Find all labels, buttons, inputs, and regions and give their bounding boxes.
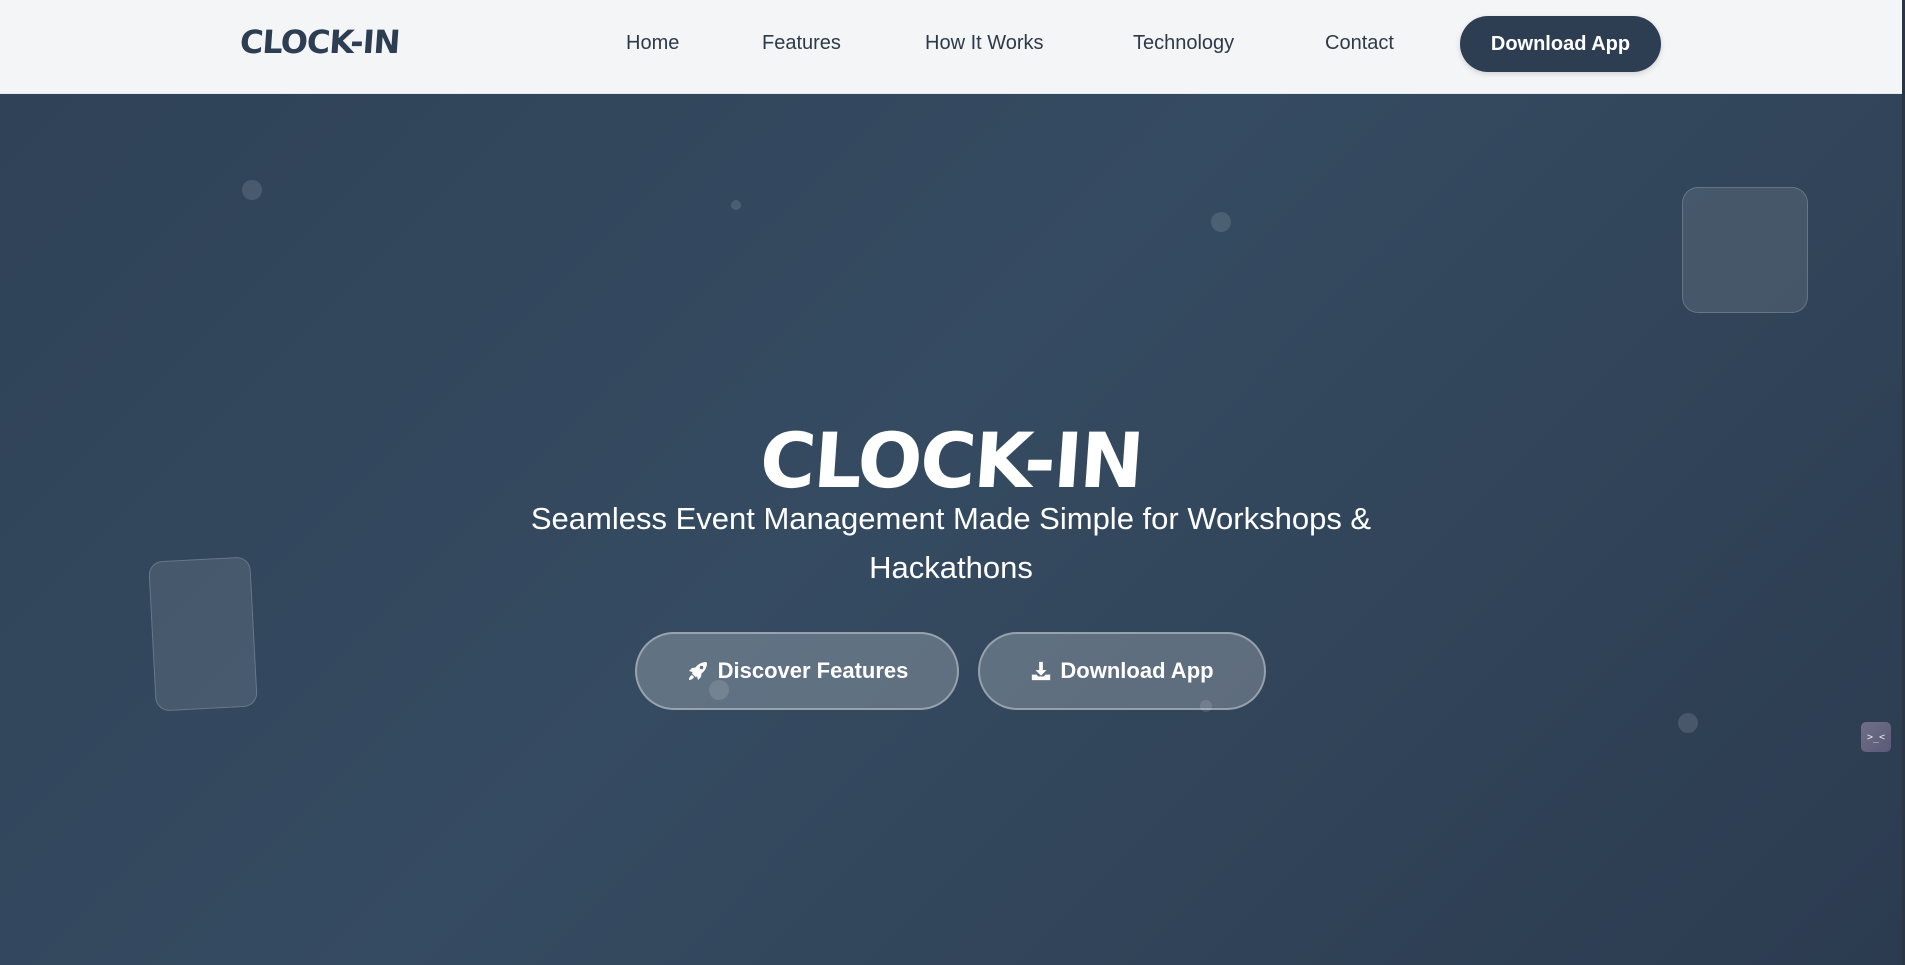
rocket-icon — [686, 659, 710, 683]
decorative-dot — [1678, 713, 1698, 733]
landing-page: CLOCK-IN Home Features How It Works Tech… — [0, 0, 1905, 965]
brand-logo[interactable]: CLOCK-IN — [239, 22, 401, 62]
nav-link-contact[interactable]: Contact — [1325, 30, 1394, 56]
top-navbar: CLOCK-IN Home Features How It Works Tech… — [0, 0, 1902, 94]
hero-title: CLOCK-IN — [757, 415, 1145, 505]
decorative-glass-card — [148, 556, 258, 712]
nav-link-technology[interactable]: Technology — [1133, 30, 1234, 56]
decorative-dot — [731, 200, 741, 210]
nav-link-features[interactable]: Features — [762, 30, 841, 56]
terminal-widget-button[interactable]: >_< — [1861, 722, 1891, 752]
hero-subtitle: Seamless Event Management Made Simple fo… — [530, 501, 1372, 585]
discover-features-button[interactable]: Discover Features — [635, 632, 959, 710]
hero-download-app-label: Download App — [1060, 658, 1214, 683]
discover-features-label: Discover Features — [717, 658, 909, 683]
download-icon — [1030, 660, 1052, 682]
decorative-dot — [242, 180, 262, 200]
terminal-icon: >_< — [1866, 731, 1886, 743]
decorative-dot — [1211, 212, 1231, 232]
nav-link-how-it-works[interactable]: How It Works — [925, 30, 1044, 56]
nav-download-app-button[interactable]: Download App — [1460, 16, 1661, 72]
nav-link-home[interactable]: Home — [626, 30, 679, 56]
hero-download-app-button[interactable]: Download App — [978, 632, 1266, 710]
decorative-glass-square — [1682, 187, 1808, 313]
